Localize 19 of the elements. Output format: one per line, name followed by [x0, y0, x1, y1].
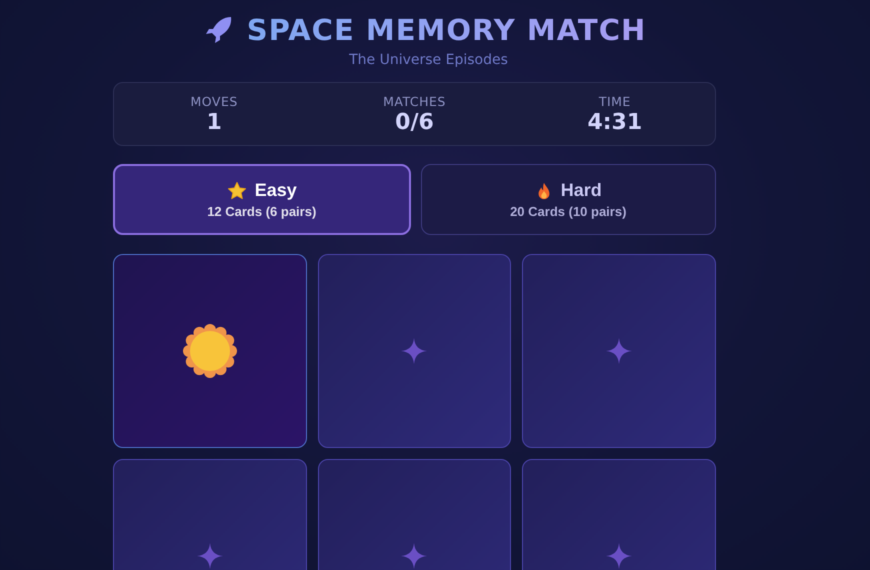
stat-value: 1: [206, 110, 222, 134]
difficulty-button[interactable]: Easy 12 Cards (6 pairs): [113, 164, 410, 235]
stat-value: 4:31: [587, 110, 642, 134]
sun-icon: [182, 324, 237, 378]
sparkle-icon: [401, 543, 428, 569]
sparkle-icon: [401, 338, 428, 364]
sparkle-icon: [606, 338, 632, 364]
stat-label: TIME: [598, 94, 631, 108]
face-down-card[interactable]: [318, 254, 512, 448]
difficulty-button[interactable]: Hard 20 Cards (10 pairs): [420, 164, 716, 235]
stat-label: MOVES: [190, 94, 238, 108]
face-up-card[interactable]: [113, 254, 307, 448]
sparkle-icon: [196, 543, 223, 569]
star-icon: [226, 180, 247, 200]
face-down-card[interactable]: [522, 254, 716, 448]
app-subtitle: The Universe Episodes: [349, 52, 508, 68]
stat-value: 0/6: [395, 110, 434, 134]
sparkle-icon: [606, 543, 632, 569]
stat-label: MATCHES: [383, 94, 446, 108]
